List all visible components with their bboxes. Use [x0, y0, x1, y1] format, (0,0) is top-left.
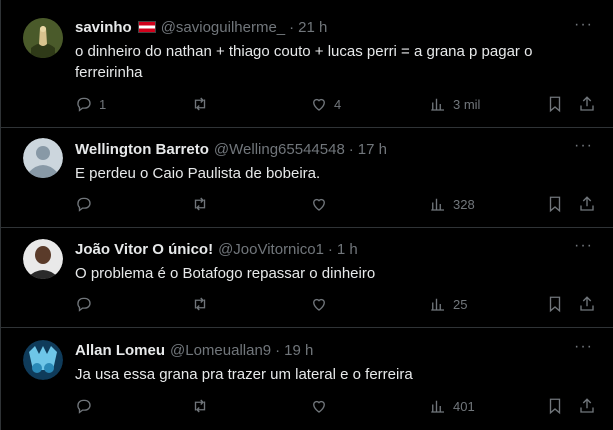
share-icon — [580, 196, 594, 211]
like-button[interactable] — [310, 195, 334, 213]
tweet-text: Ja usa essa grana pra trazer um lateral … — [75, 366, 413, 383]
tweet-header: savinho @savioguilherme_ · 21 h — [75, 19, 327, 36]
timestamp[interactable]: 21 h — [298, 19, 327, 36]
retweet-button[interactable] — [191, 195, 215, 213]
reply-count: 1 — [99, 96, 107, 112]
display-name[interactable]: Wellington Barreto — [75, 141, 209, 158]
bookmark-button[interactable] — [546, 295, 564, 313]
more-icon[interactable]: ··· — [574, 338, 593, 356]
tweet[interactable]: João Vitor O único! @JooVitornico1 · 1 h… — [1, 228, 613, 328]
tweet[interactable]: Wellington Barreto @Welling65544548 · 17… — [1, 128, 613, 228]
avatar[interactable] — [23, 239, 63, 279]
display-name[interactable]: savinho — [75, 19, 132, 36]
more-icon[interactable]: ··· — [574, 16, 593, 34]
bookmark-icon — [549, 96, 561, 113]
reply-icon — [77, 399, 91, 414]
tweet[interactable]: Allan Lomeu @Lomeuallan9 · 19 h ··· Ja u… — [1, 328, 613, 430]
retweet-button[interactable] — [191, 95, 215, 113]
replies-feed: savinho @savioguilherme_ · 21 h ··· o di… — [0, 0, 613, 430]
reply-icon — [77, 197, 91, 212]
views-button[interactable]: 401 — [429, 397, 475, 415]
tweet-actions: 328 — [75, 195, 613, 215]
reply-icon — [77, 97, 91, 112]
tweet-text: O problema é o Botafogo repassar o dinhe… — [75, 265, 376, 282]
more-icon[interactable]: ··· — [574, 137, 593, 155]
tweet[interactable]: savinho @savioguilherme_ · 21 h ··· o di… — [1, 0, 613, 128]
like-button[interactable] — [310, 295, 334, 313]
like-icon — [313, 298, 325, 311]
views-count: 25 — [453, 296, 468, 312]
timestamp[interactable]: 17 h — [358, 141, 387, 158]
separator-dot: · — [327, 241, 333, 258]
like-icon — [313, 400, 325, 413]
bookmark-button[interactable] — [546, 397, 564, 415]
views-icon — [431, 198, 444, 211]
share-icon — [580, 96, 594, 111]
avatar[interactable] — [23, 340, 63, 380]
views-count: 3 mil — [453, 96, 481, 112]
separator-dot: · — [289, 19, 295, 36]
bookmark-icon — [549, 196, 561, 213]
user-handle[interactable]: @JooVitornico1 — [218, 241, 324, 258]
views-icon — [431, 400, 444, 413]
share-button[interactable] — [578, 397, 596, 415]
tweet-header: Wellington Barreto @Welling65544548 · 17… — [75, 141, 387, 158]
views-icon — [431, 298, 444, 311]
display-name[interactable]: Allan Lomeu — [75, 342, 165, 359]
tweet-header: Allan Lomeu @Lomeuallan9 · 19 h — [75, 342, 313, 359]
retweet-button[interactable] — [191, 397, 215, 415]
share-button[interactable] — [578, 95, 596, 113]
timestamp[interactable]: 1 h — [337, 241, 358, 258]
like-button[interactable] — [310, 397, 334, 415]
share-button[interactable] — [578, 295, 596, 313]
tweet-header: João Vitor O único! @JooVitornico1 · 1 h — [75, 241, 358, 258]
tweet-actions: 401 — [75, 397, 613, 417]
timestamp[interactable]: 19 h — [284, 342, 313, 359]
tweet-actions: 1 4 3 mil — [75, 95, 613, 115]
share-button[interactable] — [578, 195, 596, 213]
tweet-actions: 25 — [75, 295, 613, 315]
views-button[interactable]: 328 — [429, 195, 475, 213]
reply-button[interactable]: 1 — [75, 95, 106, 113]
flag-icon — [137, 20, 156, 33]
display-name[interactable]: João Vitor O único! — [75, 241, 213, 258]
separator-dot: · — [275, 342, 281, 359]
like-button[interactable]: 4 — [310, 95, 341, 113]
tweet-text: E perdeu o Caio Paulista de bobeira. — [75, 165, 321, 182]
bookmark-icon — [549, 398, 561, 415]
user-handle[interactable]: @Welling65544548 — [214, 141, 345, 158]
retweet-icon — [194, 197, 206, 211]
user-handle[interactable]: @savioguilherme_ — [161, 19, 285, 36]
avatar[interactable] — [23, 18, 63, 58]
views-count: 401 — [453, 398, 475, 414]
avatar[interactable] — [23, 138, 63, 178]
reply-button[interactable] — [75, 195, 99, 213]
views-icon — [431, 98, 444, 111]
bookmark-icon — [549, 296, 561, 313]
share-icon — [580, 296, 594, 311]
views-button[interactable]: 25 — [429, 295, 467, 313]
retweet-button[interactable] — [191, 295, 215, 313]
retweet-icon — [194, 97, 206, 111]
tweet-text: o dinheiro do nathan + thiago couto + lu… — [75, 43, 533, 81]
views-count: 328 — [453, 196, 475, 212]
like-icon — [313, 198, 325, 211]
bookmark-button[interactable] — [546, 95, 564, 113]
like-count: 4 — [334, 96, 342, 112]
share-icon — [580, 398, 594, 413]
views-button[interactable]: 3 mil — [429, 95, 480, 113]
bookmark-button[interactable] — [546, 195, 564, 213]
reply-button[interactable] — [75, 295, 99, 313]
user-handle[interactable]: @Lomeuallan9 — [170, 342, 271, 359]
retweet-icon — [194, 297, 206, 311]
more-icon[interactable]: ··· — [574, 237, 593, 255]
retweet-icon — [194, 399, 206, 413]
reply-button[interactable] — [75, 397, 99, 415]
reply-icon — [77, 297, 91, 312]
like-icon — [313, 98, 325, 111]
separator-dot: · — [348, 141, 354, 158]
